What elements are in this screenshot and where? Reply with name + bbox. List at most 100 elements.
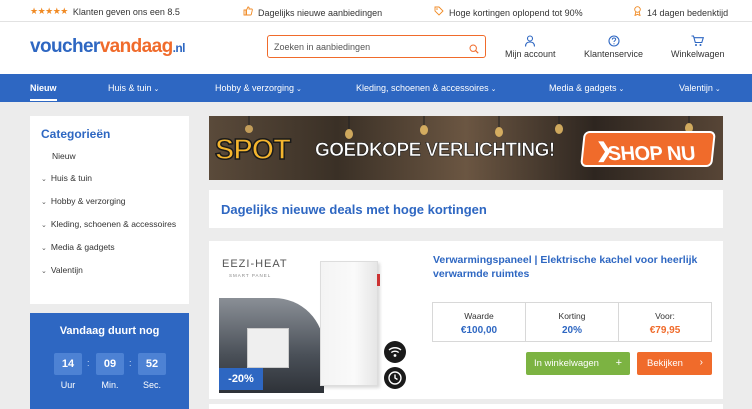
thumbs-up-icon (243, 6, 253, 19)
plus-icon: + (615, 357, 622, 369)
countdown-minutes: 09 (96, 353, 124, 375)
chevron-down-icon: ⌄ (41, 222, 47, 229)
discount-label: Korting (558, 311, 586, 321)
customer-service-link[interactable]: Klantenservice (584, 35, 643, 59)
add-to-cart-button[interactable]: In winkelwagen + (526, 352, 630, 375)
category-item-media[interactable]: ⌄ Media & gadgets (41, 241, 181, 255)
banner-shop-now-button[interactable]: SHOP NU ❯ (580, 131, 716, 167)
site-header: vouchervandaag.nl Mijn account Klantense… (0, 22, 752, 74)
banner-cta-text: SHOP NU (606, 143, 697, 165)
award-icon (633, 6, 642, 19)
search-input[interactable] (274, 39, 464, 54)
category-panel: Categorieën Nieuw ⌄ Huis & tuin ⌄ Hobby & … (30, 116, 189, 304)
logo-part-voucher: voucher (30, 36, 100, 57)
nav-item-valentijn[interactable]: Valentijn ⌄ (679, 83, 721, 93)
star-rating-icon: ★★★★★ (30, 6, 68, 16)
search-box (267, 35, 486, 58)
discount-amount: 20% (561, 325, 582, 336)
chevron-down-icon: ⌄ (153, 86, 160, 93)
value-label: Waarde (464, 311, 494, 321)
nav-item-label: Hobby & verzorging (215, 83, 295, 93)
chevron-down-icon: ⌄ (41, 268, 47, 275)
chevron-down-icon: ⌄ (41, 176, 47, 183)
view-deal-button[interactable]: Bekijken › (637, 352, 712, 375)
add-to-cart-label: In winkelwagen (534, 358, 599, 369)
nav-item-media[interactable]: Media & gadgets ⌄ (549, 83, 624, 93)
deal-card: EEZI-HEAT SMART PANEL -20% Verwarmingspa… (209, 241, 723, 399)
my-account-label: Mijn account (505, 49, 556, 59)
cart-label: Winkelwagen (671, 49, 725, 59)
chevron-down-icon: ⌄ (41, 199, 47, 206)
category-item-label: Valentijn (50, 265, 83, 275)
chevron-down-icon: ⌄ (296, 86, 302, 93)
countdown-hours-label: Uur (60, 380, 76, 390)
countdown-hours: 14 (54, 353, 82, 375)
nav-item-label: Valentijn (679, 83, 713, 93)
category-item-hobby[interactable]: ⌄ Hobby & verzorging (41, 195, 181, 209)
clock-icon (384, 367, 406, 389)
countdown-title: Vandaag duurt nog (59, 325, 160, 337)
countdown-seconds: 52 (138, 353, 166, 375)
usp-rating-text: Klanten geven ons een 8.5 (72, 6, 180, 17)
promo-banner[interactable]: SPOT GOEDKOPE VERLICHTING! SHOP NU ❯ (209, 116, 723, 180)
countdown-separator: : (87, 358, 90, 368)
usp-bar: ★★★★★ Klanten geven ons een 8.5 Dagelijk… (0, 0, 752, 22)
logo-part-vandaag: vandaag (99, 36, 173, 57)
nav-item-kleding[interactable]: Kleding, schoenen & accessoires ⌄ (356, 83, 496, 93)
shopping-cart-icon (691, 35, 705, 46)
my-account-link[interactable]: Mijn account (505, 35, 556, 59)
nav-item-label: Media & gadgets (549, 83, 617, 93)
next-deal-card (209, 404, 723, 409)
customer-service-label: Klantenservice (584, 49, 644, 59)
category-title: Categorieën (41, 127, 111, 141)
chevron-down-icon: ⌄ (714, 86, 721, 93)
value-amount: €100,00 (460, 325, 498, 336)
usp-deals-text: Dagelijks nieuwe aanbiedingen (258, 7, 383, 18)
price-col-discount: Korting 20% (526, 303, 619, 341)
deal-image[interactable]: EEZI-HEAT SMART PANEL -20% (219, 253, 409, 393)
deals-section-title: Dagelijks nieuwe deals met hoge kortinge… (221, 202, 487, 217)
chevron-down-icon: ⌄ (490, 86, 497, 93)
nav-item-hobby[interactable]: Hobby & verzorging ⌄ (215, 83, 302, 93)
user-icon (525, 35, 536, 47)
product-brand: EEZI-HEAT (222, 258, 288, 270)
chevron-down-icon: ⌄ (41, 245, 47, 252)
usp-discount-text: Hoge kortingen oplopend tot 90% (449, 7, 583, 18)
category-item-huis-tuin[interactable]: ⌄ Huis & tuin (41, 172, 181, 186)
category-list: Nieuw ⌄ Huis & tuin ⌄ Hobby & verzorging ⌄… (41, 150, 181, 287)
nav-item-nieuw[interactable]: Nieuw (30, 83, 57, 101)
usp-rating: ★★★★★ Klanten geven ons een 8.5 (30, 6, 180, 17)
usp-return: 14 dagen bedenktijd (633, 6, 728, 19)
discount-badge: -20% (219, 368, 263, 390)
cart-link[interactable]: Winkelwagen (671, 35, 725, 59)
category-item-label: Kleding, schoenen & accessoires (50, 219, 177, 229)
banner-spot-text: SPOT (214, 133, 291, 167)
deals-section-header: Dagelijks nieuwe deals met hoge kortinge… (209, 190, 723, 228)
category-item-nieuw[interactable]: Nieuw (41, 150, 181, 163)
price-label: Voor: (655, 311, 675, 321)
category-item-valentijn[interactable]: ⌄ Valentijn (41, 264, 181, 278)
nav-item-huis-tuin[interactable]: Huis & tuin ⌄ (108, 83, 159, 93)
banner-shop-now-label: SHOP NU ❯ (595, 140, 697, 165)
logo-part-tld: .nl (172, 41, 186, 55)
usp-discount: Hoge kortingen oplopend tot 90% (434, 6, 583, 19)
price-table: Waarde €100,00 Korting 20% Voor: €79,95 (432, 302, 712, 342)
category-item-label: Nieuw (52, 151, 76, 161)
main-nav: Nieuw Huis & tuin ⌄ Hobby & verzorging ⌄ K… (0, 74, 752, 102)
usp-return-text: 14 dagen bedenktijd (647, 7, 729, 18)
category-item-kleding[interactable]: ⌄ Kleding, schoenen & accessoires (41, 218, 181, 232)
wifi-icon (384, 341, 406, 363)
view-deal-label: Bekijken (647, 358, 683, 369)
heating-panel-image (320, 261, 380, 386)
site-logo[interactable]: vouchervandaag.nl (30, 36, 185, 58)
price-col-price: Voor: €79,95 (619, 303, 711, 341)
deal-title[interactable]: Verwarmingspaneel | Elektrische kachel v… (433, 253, 711, 281)
chevron-down-icon: ⌄ (618, 86, 625, 93)
nav-item-label: Kleding, schoenen & accessoires (356, 83, 489, 93)
search-icon[interactable] (469, 41, 479, 59)
price-col-value: Waarde €100,00 (433, 303, 526, 341)
help-circle-icon (607, 35, 620, 47)
chevron-right-icon: › (699, 357, 703, 368)
nav-item-label: Huis & tuin (108, 83, 152, 93)
price-amount: €79,95 (649, 325, 681, 336)
